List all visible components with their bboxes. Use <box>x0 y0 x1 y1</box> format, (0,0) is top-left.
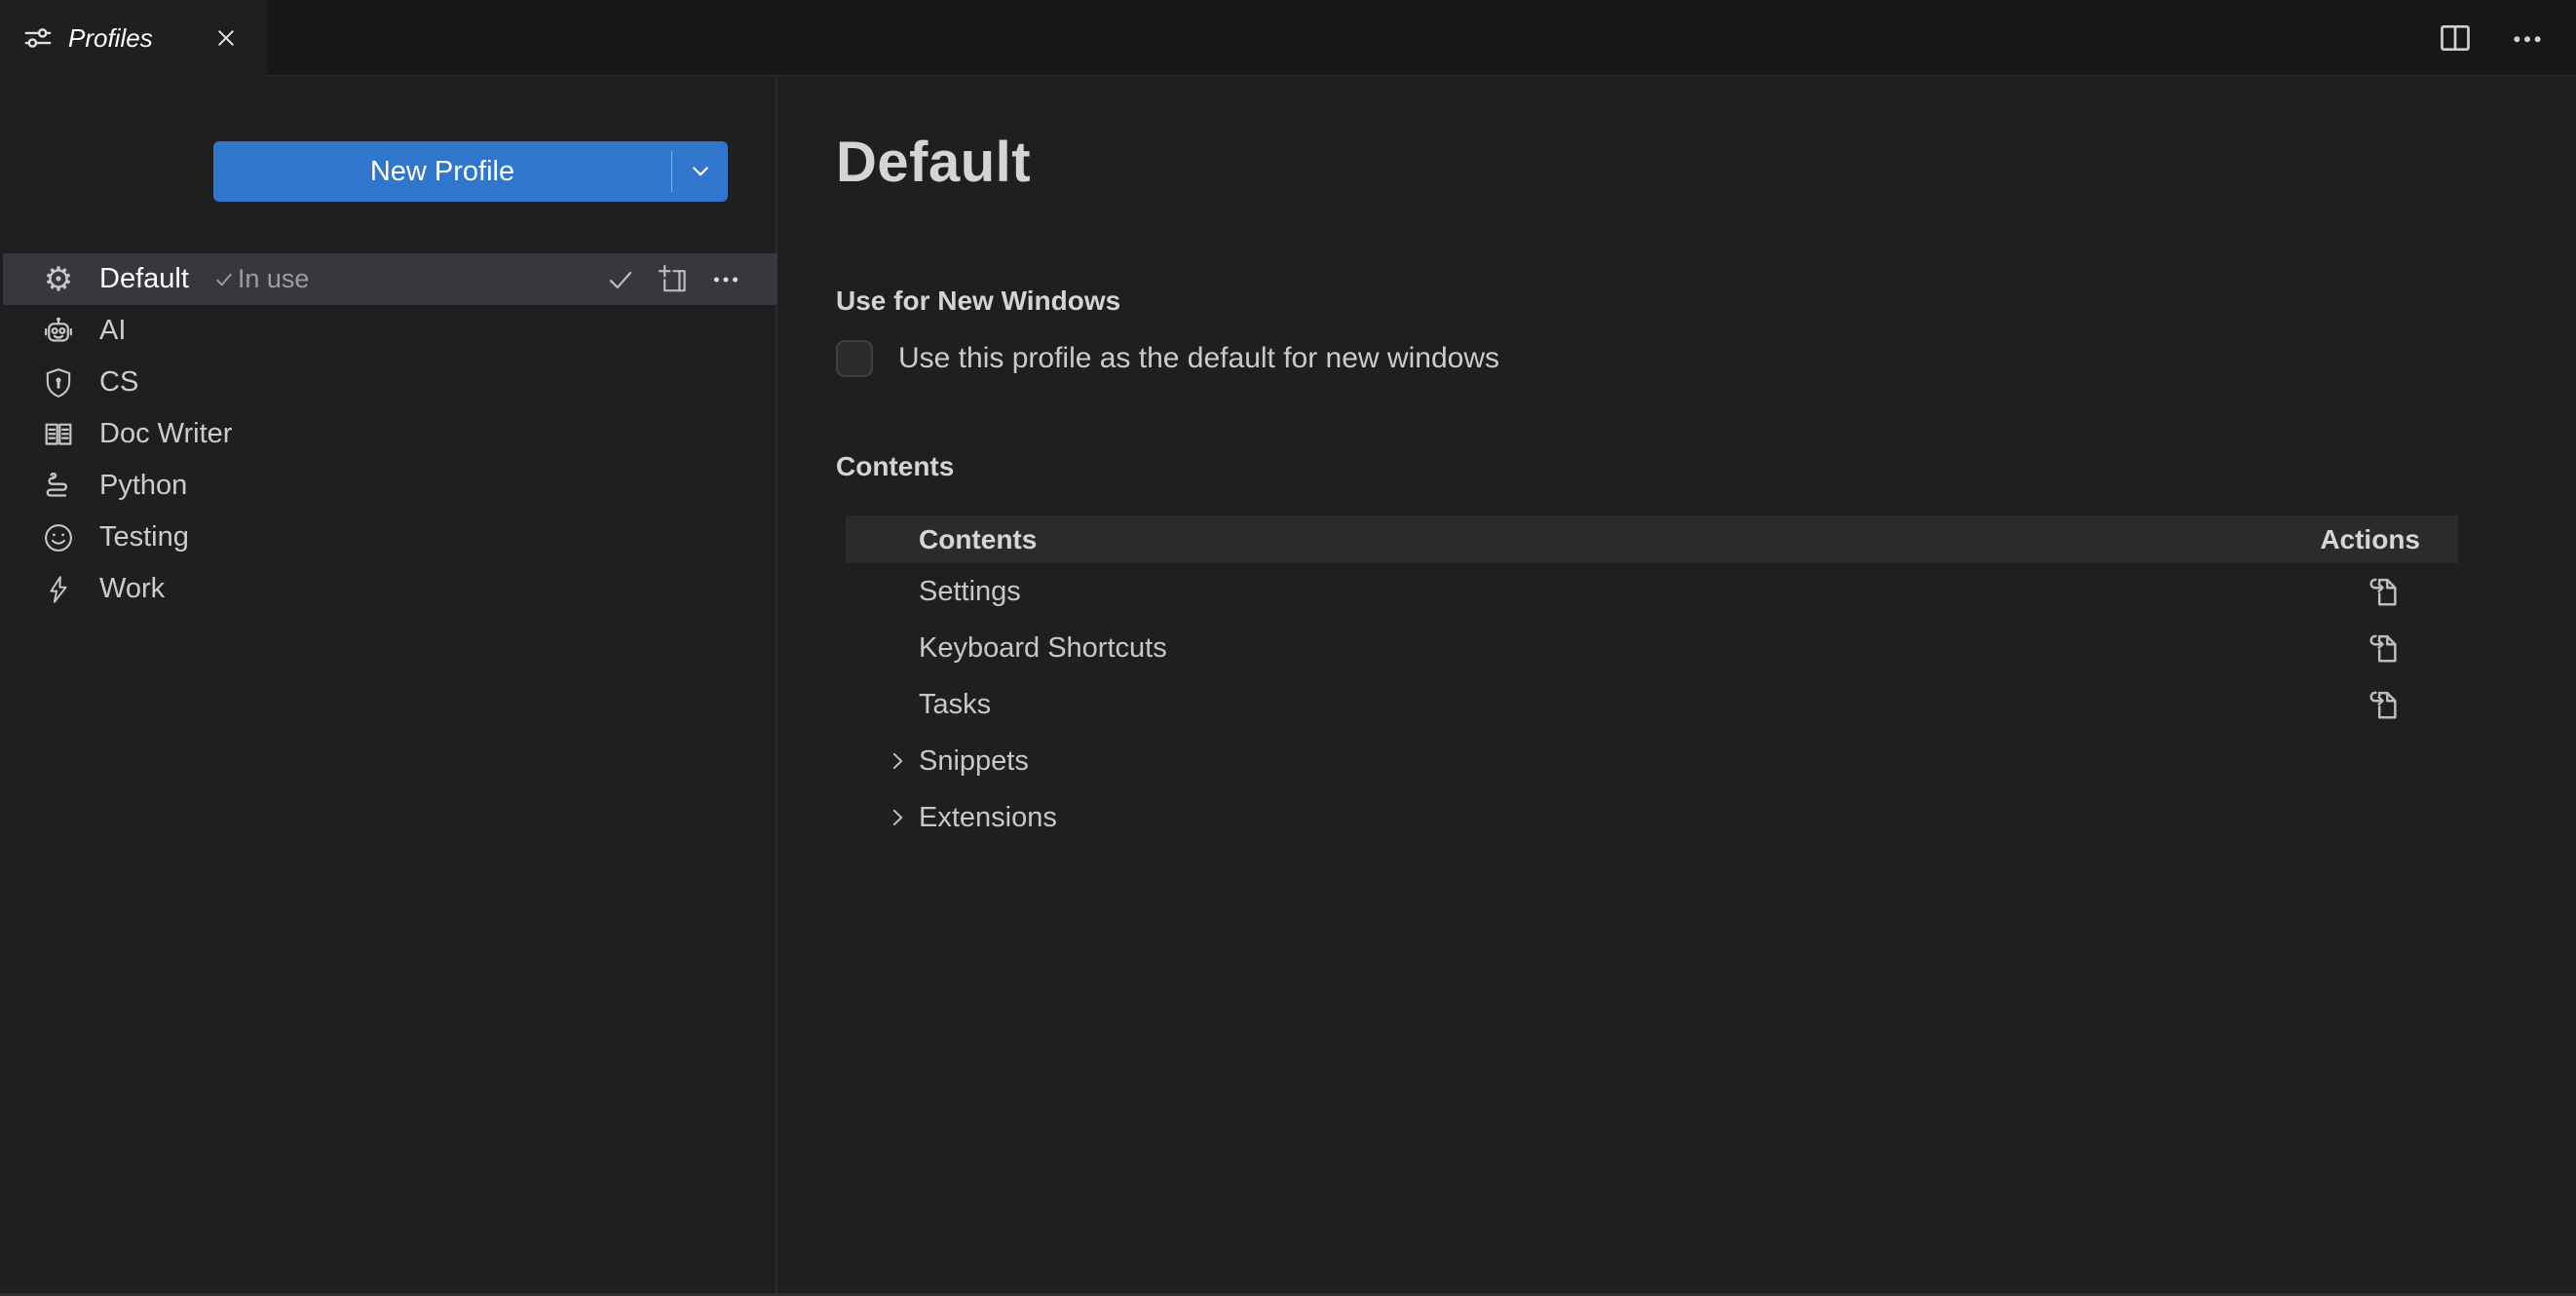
chevron-right-icon[interactable] <box>885 748 910 774</box>
profile-more-actions-icon[interactable] <box>709 263 742 296</box>
snake-icon <box>39 467 78 506</box>
row-label: Snippets <box>919 745 1029 778</box>
profile-item-default[interactable]: ⚙ Default In use <box>3 253 777 305</box>
default-for-new-windows-row: Use this profile as the default for new … <box>836 340 2576 377</box>
profile-detail-pane: Default Use for New Windows Use this pro… <box>777 76 2576 1293</box>
contents-table-header: Contents Actions <box>846 515 2458 563</box>
profile-list: ⚙ Default In use <box>3 253 777 615</box>
profile-name: CS <box>99 366 138 399</box>
row-label: Extensions <box>919 802 1057 834</box>
contents-table: Contents Actions Settings <box>846 515 2458 846</box>
row-label: Keyboard Shortcuts <box>919 632 1167 665</box>
table-row-extensions[interactable]: Extensions <box>846 789 2458 846</box>
shield-icon <box>39 363 78 402</box>
profile-item-work[interactable]: Work <box>3 563 777 615</box>
open-settings-in-editor-icon[interactable] <box>2365 573 2402 610</box>
use-for-new-windows-heading: Use for New Windows <box>836 286 2576 317</box>
table-row-settings: Settings <box>846 563 2458 620</box>
table-row-keyboard-shortcuts: Keyboard Shortcuts <box>846 620 2458 676</box>
profile-name: Doc Writer <box>99 418 232 450</box>
robot-icon <box>39 312 78 351</box>
table-row-tasks: Tasks <box>846 676 2458 733</box>
column-header-contents: Contents <box>846 524 1037 555</box>
in-use-badge: In use <box>212 264 310 294</box>
row-label: Tasks <box>919 689 991 721</box>
table-row-snippets[interactable]: Snippets <box>846 733 2458 789</box>
tab-strip-empty <box>267 0 2576 76</box>
profile-name: AI <box>99 315 126 347</box>
row-label: Settings <box>919 576 1021 608</box>
profiles-sliders-icon <box>23 23 53 53</box>
new-profile-dropdown[interactable] <box>672 141 728 202</box>
default-for-new-windows-checkbox[interactable] <box>836 340 873 377</box>
smiley-icon <box>39 518 78 557</box>
profiles-editor-window: Profiles <box>0 0 2576 1296</box>
book-icon <box>39 415 78 454</box>
profile-row-actions <box>604 263 777 296</box>
profile-name: Testing <box>99 521 189 553</box>
profile-name: Default <box>99 263 189 295</box>
split-editor-icon[interactable] <box>2436 19 2475 57</box>
profile-item-doc-writer[interactable]: Doc Writer <box>3 408 777 460</box>
contents-heading: Contents <box>836 451 2576 482</box>
checkbox-label[interactable]: Use this profile as the default for new … <box>898 342 1499 375</box>
more-actions-icon[interactable] <box>2508 19 2547 57</box>
column-header-actions: Actions <box>2320 524 2458 555</box>
profile-item-testing[interactable]: Testing <box>3 512 777 563</box>
profile-name: Work <box>99 573 165 605</box>
chevron-right-icon[interactable] <box>885 805 910 830</box>
new-profile-label: New Profile <box>213 141 671 202</box>
tab-profiles[interactable]: Profiles <box>0 0 267 76</box>
new-profile-button[interactable]: New Profile <box>213 141 728 202</box>
close-icon[interactable] <box>208 20 244 56</box>
editor-tab-bar: Profiles <box>0 0 2576 76</box>
page-title: Default <box>836 130 2576 195</box>
profile-name: Python <box>99 470 187 502</box>
open-keyboard-shortcuts-in-editor-icon[interactable] <box>2365 629 2402 667</box>
use-profile-check-icon[interactable] <box>604 263 637 296</box>
tab-title: Profiles <box>68 23 153 54</box>
profile-item-cs[interactable]: CS <box>3 357 777 408</box>
profile-item-python[interactable]: Python <box>3 460 777 512</box>
duplicate-profile-icon[interactable] <box>657 263 690 296</box>
open-tasks-in-editor-icon[interactable] <box>2365 686 2402 723</box>
profile-item-ai[interactable]: AI <box>3 305 777 357</box>
zap-icon <box>39 570 78 609</box>
profiles-sidebar: New Profile ⚙ Default In use <box>0 76 777 1293</box>
gear-icon: ⚙ <box>39 260 78 299</box>
